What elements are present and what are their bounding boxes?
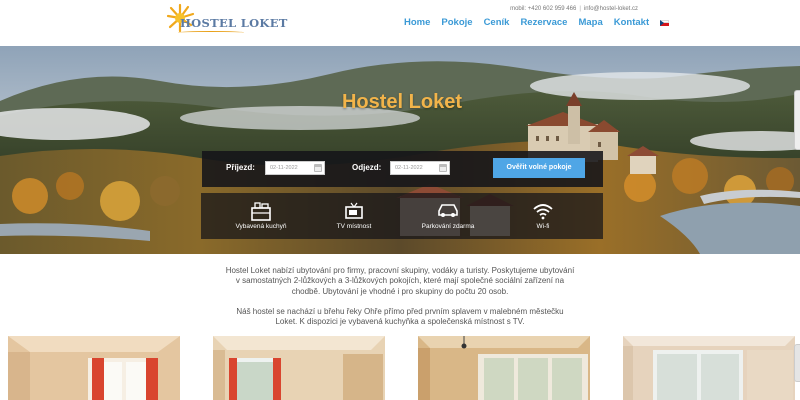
- main-nav: Home Pokoje Ceník Rezervace Mapa Kontakt: [404, 17, 670, 28]
- czech-flag-icon[interactable]: [660, 20, 670, 26]
- nav-cenik[interactable]: Ceník: [484, 17, 510, 28]
- wifi-icon: [533, 204, 553, 220]
- intro-text: Hostel Loket nabízí ubytování pro firmy,…: [0, 266, 800, 337]
- departure-date-input[interactable]: 02-11-2022: [390, 161, 450, 175]
- arrival-label: Příjezd:: [226, 163, 255, 172]
- check-availability-button[interactable]: Ověřit volné pokoje: [493, 158, 585, 178]
- contact-separator: |: [579, 6, 581, 12]
- phone-text: mobil: +420 602 959 466: [510, 6, 577, 12]
- car-icon: [438, 204, 458, 217]
- hostel-logo[interactable]: HOSTEL LOKET: [166, 3, 287, 37]
- side-scroll-tab-lower[interactable]: [794, 344, 800, 382]
- feature-wifi-label: Wi-fi: [536, 223, 550, 230]
- arrival-date-value: 02-11-2022: [270, 165, 298, 171]
- arrival-date-input[interactable]: 02-11-2022: [265, 161, 325, 175]
- nav-rezervace[interactable]: Rezervace: [520, 17, 567, 28]
- calendar-icon[interactable]: [439, 164, 447, 172]
- room-image: [8, 336, 180, 400]
- feature-kitchen: Vybavená kuchyň: [211, 193, 311, 239]
- contact-info: mobil: +420 602 959 466 | info@hostel-loke…: [510, 6, 638, 12]
- feature-tv-label: TV místnost: [336, 223, 372, 230]
- feature-wifi: Wi-fi: [493, 193, 593, 239]
- tv-icon: [345, 202, 363, 219]
- room-photo-1[interactable]: [8, 336, 180, 400]
- nav-mapa[interactable]: Mapa: [578, 17, 602, 28]
- room-image: [418, 336, 590, 400]
- departure-label: Odjezd:: [352, 163, 382, 172]
- room-image: [213, 336, 385, 400]
- feature-kitchen-label: Vybavená kuchyň: [235, 223, 287, 230]
- departure-date-value: 02-11-2022: [395, 165, 423, 171]
- logo-swoosh: [178, 31, 244, 34]
- calendar-icon[interactable]: [314, 164, 322, 172]
- site-header: HOSTEL LOKET mobil: +420 602 959 466 | inf…: [0, 0, 800, 46]
- features-bar: Vybavená kuchyň TV místnost Parkování zd…: [201, 193, 603, 239]
- feature-parking: Parkování zdarma: [398, 193, 498, 239]
- room-image: [623, 336, 795, 400]
- room-photo-3[interactable]: [418, 336, 590, 400]
- kitchen-icon: [251, 202, 271, 221]
- feature-tv: TV místnost: [304, 193, 404, 239]
- nav-home[interactable]: Home: [404, 17, 430, 28]
- logo-text: HOSTEL LOKET: [180, 16, 288, 30]
- booking-form: Příjezd: 02-11-2022 Odjezd: 02-11-2022 O…: [202, 151, 603, 187]
- intro-paragraph-2: Náš hostel se nachází u břehu řeky Ohře …: [236, 306, 564, 327]
- intro-paragraph-1: Hostel Loket nabízí ubytování pro firmy,…: [225, 266, 575, 296]
- email-link[interactable]: info@hostel-loket.cz: [584, 6, 638, 12]
- nav-pokoje[interactable]: Pokoje: [441, 17, 472, 28]
- feature-parking-label: Parkování zdarma: [421, 223, 475, 230]
- room-photo-4[interactable]: [623, 336, 795, 400]
- hero-banner: Hostel Loket Příjezd: 02-11-2022 Odjezd:…: [0, 46, 800, 254]
- nav-kontakt[interactable]: Kontakt: [614, 17, 649, 28]
- room-photo-2[interactable]: [213, 336, 385, 400]
- hero-title: Hostel Loket: [341, 91, 463, 113]
